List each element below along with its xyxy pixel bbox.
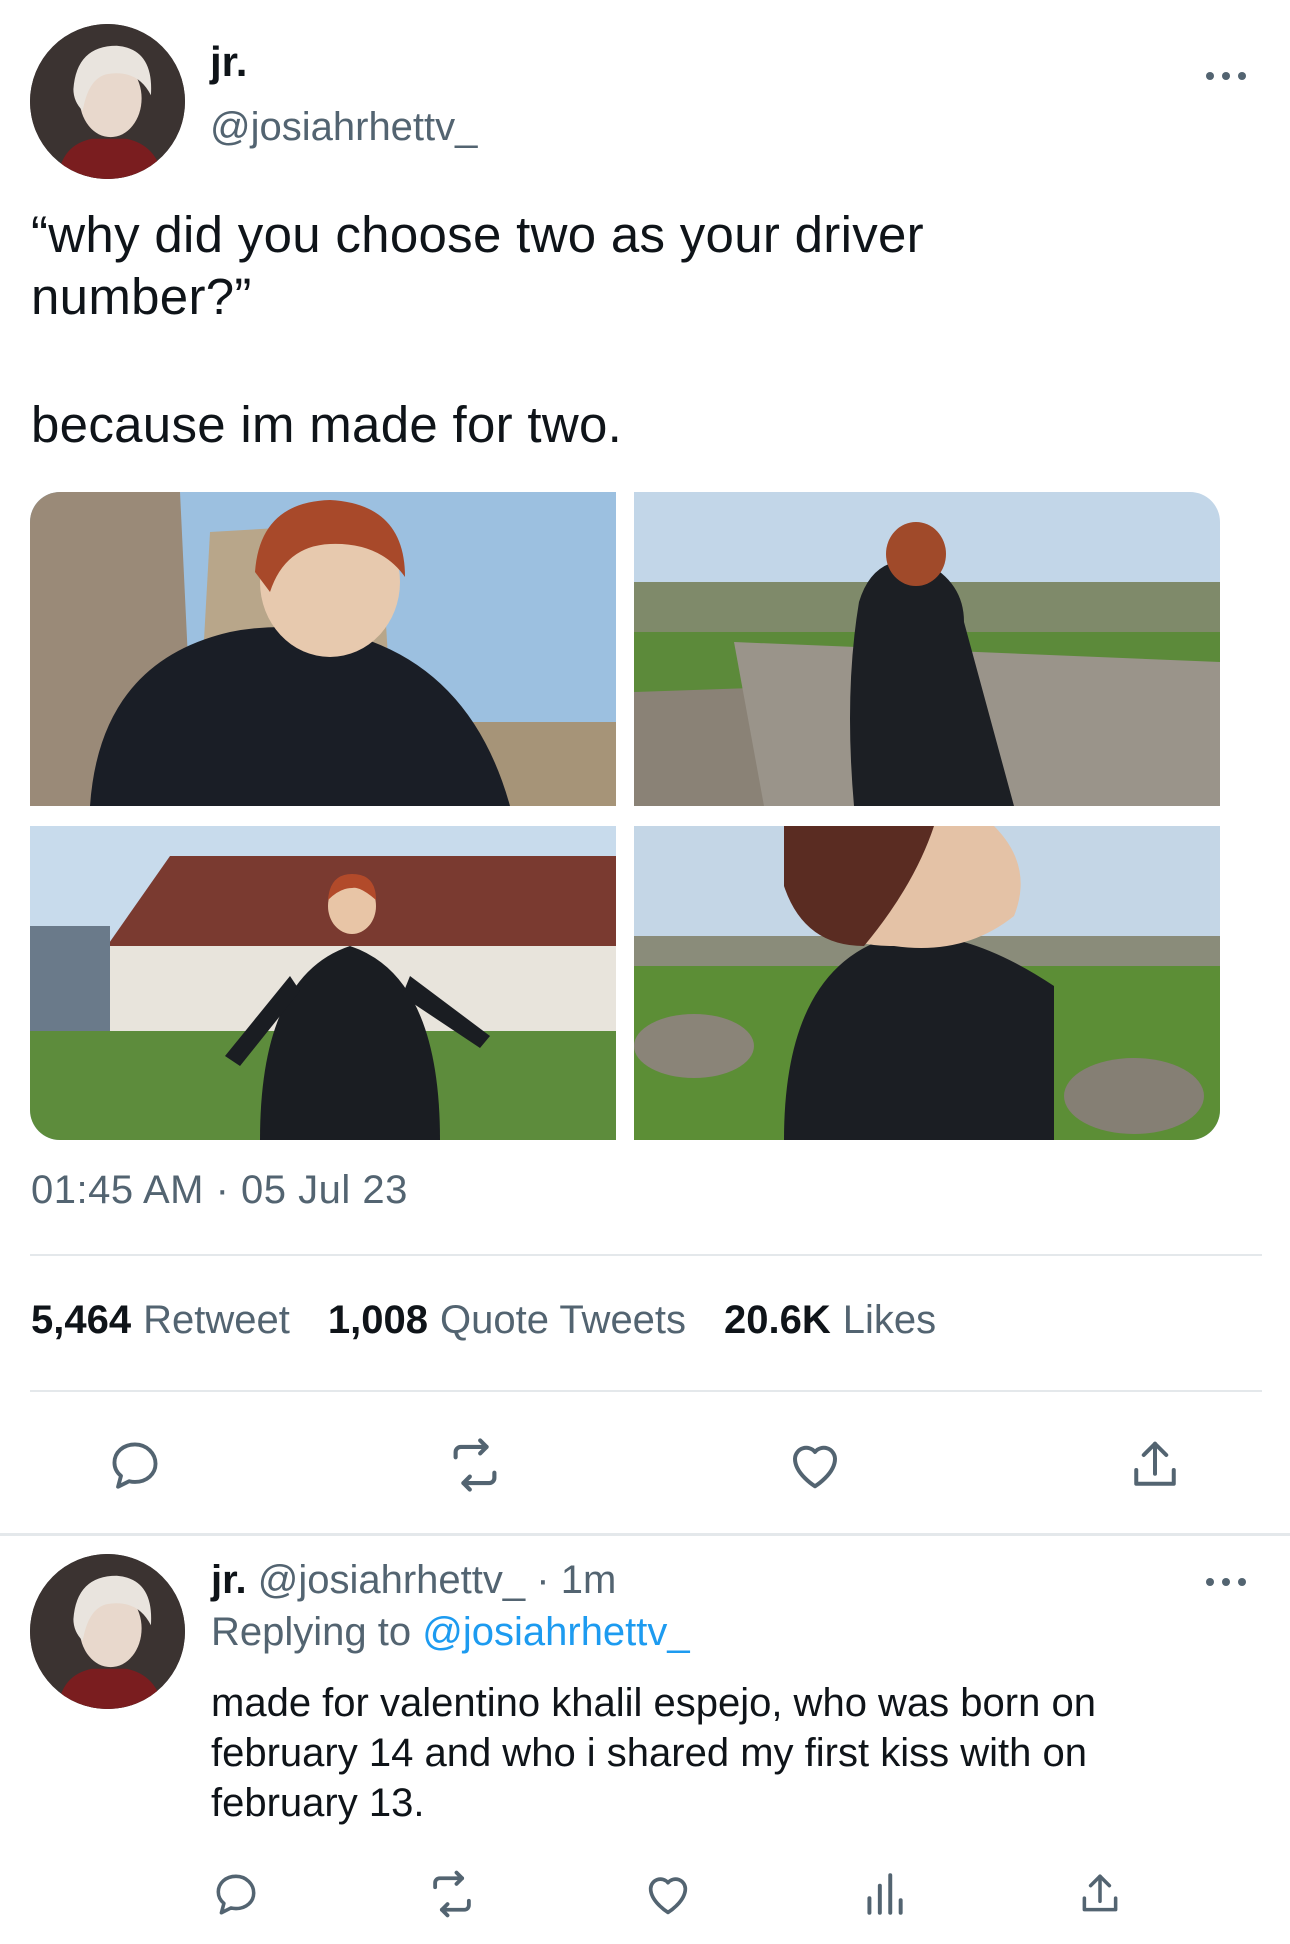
like-label[interactable]: Likes — [843, 1298, 936, 1343]
media-grid — [30, 492, 1220, 1140]
photo-2-image — [634, 492, 1220, 806]
reply-more-options-icon[interactable] — [1206, 1572, 1246, 1592]
reply-retweet-icon[interactable] — [422, 1864, 482, 1924]
replying-prefix: Replying to — [211, 1610, 412, 1654]
tweet-text-line: number?” — [31, 268, 252, 325]
retweet-icon[interactable] — [440, 1430, 510, 1500]
retweet-count[interactable]: 5,464 — [31, 1298, 131, 1343]
photo-3[interactable] — [30, 826, 616, 1140]
photo-1[interactable] — [30, 492, 616, 806]
avatar-image — [30, 1554, 185, 1709]
section-divider — [0, 1533, 1290, 1536]
photo-3-image — [30, 826, 616, 1140]
reply-text-line: february 13. — [211, 1781, 425, 1825]
avatar-image — [30, 24, 185, 179]
replying-to: Replying to @josiahrhettv_ — [211, 1610, 690, 1655]
replying-mention[interactable]: @josiahrhettv_ — [422, 1610, 689, 1654]
share-icon[interactable] — [1120, 1430, 1190, 1500]
reply-heart-icon[interactable] — [638, 1864, 698, 1924]
quote-label[interactable]: Quote Tweets — [440, 1298, 686, 1343]
tweet-text-line: because im made for two. — [31, 396, 623, 453]
reply-icon[interactable] — [100, 1430, 170, 1500]
divider — [30, 1254, 1262, 1256]
reply-author-avatar[interactable] — [30, 1554, 185, 1709]
author-avatar[interactable] — [30, 24, 185, 179]
quote-count[interactable]: 1,008 — [328, 1298, 428, 1343]
reply-time[interactable]: 1m — [561, 1558, 617, 1602]
photo-4[interactable] — [634, 826, 1220, 1140]
like-count[interactable]: 20.6K — [724, 1298, 831, 1343]
author-handle[interactable]: @josiahrhettv_ — [210, 105, 477, 150]
reply-author-handle[interactable]: @josiahrhettv_ — [258, 1558, 525, 1602]
photo-2[interactable] — [634, 492, 1220, 806]
retweet-label[interactable]: Retweet — [143, 1298, 290, 1343]
reply-header: jr. @josiahrhettv_ · 1m — [211, 1558, 616, 1603]
photo-4-image — [634, 826, 1220, 1140]
reply-share-icon[interactable] — [1070, 1864, 1130, 1924]
reply-reply-icon[interactable] — [206, 1864, 266, 1924]
more-options-icon[interactable] — [1206, 66, 1246, 86]
reply-text: made for valentino khalil espejo, who wa… — [211, 1678, 1241, 1828]
reply-author-name[interactable]: jr. — [211, 1558, 247, 1602]
tweet-timestamp[interactable]: 01:45 AM · 05 Jul 23 — [31, 1168, 408, 1213]
tweet-text: “why did you choose two as your driver n… — [31, 204, 1231, 328]
author-name[interactable]: jr. — [210, 38, 247, 86]
heart-icon[interactable] — [780, 1430, 850, 1500]
reply-text-line: february 14 and who i shared my first ki… — [211, 1731, 1087, 1775]
reply-text-line: made for valentino khalil espejo, who wa… — [211, 1681, 1096, 1725]
analytics-icon[interactable] — [854, 1864, 914, 1924]
photo-1-image — [30, 492, 616, 806]
tweet-text-line: “why did you choose two as your driver — [31, 206, 924, 263]
reply-separator: · — [536, 1558, 550, 1602]
tweet-stats: 5,464 Retweet 1,008 Quote Tweets 20.6K Likes — [31, 1298, 974, 1343]
divider — [30, 1390, 1262, 1392]
